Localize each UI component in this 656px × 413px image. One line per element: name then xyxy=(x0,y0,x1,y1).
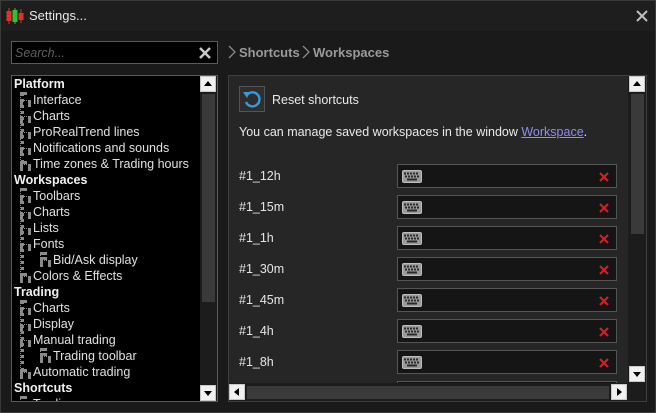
scroll-thumb[interactable] xyxy=(631,94,644,234)
tree-guide xyxy=(20,396,24,401)
tree-item[interactable]: Charts xyxy=(33,108,70,124)
tree-category[interactable]: Shortcuts xyxy=(14,380,72,396)
shortcut-label: #1_45m xyxy=(239,293,285,307)
scroll-down-button[interactable] xyxy=(200,385,216,401)
close-icon[interactable] xyxy=(634,8,650,24)
settings-window: Settings... Shortcuts Workspaces Platfor… xyxy=(0,0,656,413)
reset-shortcuts-button[interactable] xyxy=(239,86,265,112)
tree-item[interactable]: ProRealTrend lines xyxy=(33,124,140,140)
tree-item[interactable]: Charts xyxy=(33,204,70,220)
tree-item[interactable]: Display xyxy=(33,316,74,332)
keyboard-icon xyxy=(402,325,422,338)
window-title: Settings... xyxy=(29,8,87,23)
shortcut-key-field[interactable] xyxy=(397,350,617,374)
shortcuts-panel: Reset shortcuts You can manage saved wor… xyxy=(228,75,647,402)
tree-item[interactable]: Interface xyxy=(33,92,82,108)
tree-guide xyxy=(20,188,24,276)
tree-item[interactable]: Colors & Effects xyxy=(33,268,122,284)
workspace-info-text: You can manage saved workspaces in the w… xyxy=(239,125,588,139)
shortcut-label: #1_1h xyxy=(239,231,274,245)
tree-item[interactable]: Charts xyxy=(33,300,70,316)
workspace-link[interactable]: Workspace xyxy=(521,125,583,139)
shortcut-label: #1_12h xyxy=(239,169,281,183)
shortcut-label: #1_30m xyxy=(239,262,285,276)
scroll-up-button[interactable] xyxy=(200,76,216,92)
delete-icon[interactable] xyxy=(599,203,609,213)
scroll-down-button[interactable] xyxy=(629,366,645,382)
tree-guide xyxy=(20,300,24,372)
tree-connector xyxy=(40,356,51,360)
scroll-thumb[interactable] xyxy=(202,94,215,302)
shortcut-key-field[interactable] xyxy=(397,226,617,250)
keyboard-icon xyxy=(402,232,422,245)
tree-item[interactable]: Trading toolbar xyxy=(53,348,137,364)
tree-guide xyxy=(20,92,24,164)
candlestick-app-icon xyxy=(6,8,24,24)
shortcut-key-field[interactable] xyxy=(397,195,617,219)
breadcrumb-workspaces[interactable]: Workspaces xyxy=(313,45,389,60)
tree-item[interactable]: Manual trading xyxy=(33,332,116,348)
tree-list: Platform Interface Charts ProRealTrend line… xyxy=(12,76,200,401)
search-box xyxy=(11,41,218,64)
scroll-left-button[interactable] xyxy=(229,384,245,400)
shortcut-key-field[interactable] xyxy=(397,164,617,188)
breadcrumb-shortcuts[interactable]: Shortcuts xyxy=(239,45,300,60)
keyboard-icon xyxy=(402,356,422,369)
tree-item[interactable]: Lists xyxy=(33,220,59,236)
arrow-up-icon xyxy=(204,81,212,86)
arrow-left-icon xyxy=(234,388,239,396)
delete-icon[interactable] xyxy=(599,327,609,337)
delete-icon[interactable] xyxy=(599,234,609,244)
tree-category[interactable]: Platform xyxy=(14,76,65,92)
tree-item[interactable]: Trading xyxy=(33,396,75,401)
tree-connector xyxy=(20,276,31,280)
title-bar[interactable]: Settings... xyxy=(1,1,655,31)
tree-guide xyxy=(40,252,44,260)
arrow-down-icon xyxy=(204,391,212,396)
tree-item[interactable]: Bid/Ask display xyxy=(53,252,138,268)
shortcut-key-field[interactable] xyxy=(397,288,617,312)
tree-item[interactable]: Fonts xyxy=(33,236,64,252)
arrow-right-icon xyxy=(617,388,622,396)
scroll-up-button[interactable] xyxy=(629,76,645,92)
shortcut-key-field[interactable] xyxy=(397,319,617,343)
tree-guide xyxy=(40,348,44,356)
tree-connector xyxy=(40,260,51,264)
scroll-right-button[interactable] xyxy=(611,384,627,400)
shortcut-label: #1_4h xyxy=(239,324,274,338)
delete-icon[interactable] xyxy=(599,265,609,275)
arrow-down-icon xyxy=(633,372,641,377)
scroll-thumb[interactable] xyxy=(247,386,609,399)
delete-icon[interactable] xyxy=(599,358,609,368)
tree-scrollbar[interactable] xyxy=(200,76,217,401)
tree-connector xyxy=(20,372,31,376)
delete-icon[interactable] xyxy=(599,296,609,306)
delete-icon[interactable] xyxy=(599,172,609,182)
shortcut-label: #1_15m xyxy=(239,200,285,214)
keyboard-icon xyxy=(402,170,422,183)
keyboard-icon xyxy=(402,263,422,276)
tree-category[interactable]: Trading xyxy=(14,284,59,300)
tree-item[interactable]: Notifications and sounds xyxy=(33,140,169,156)
content-horizontal-scrollbar[interactable] xyxy=(229,383,646,401)
shortcut-key-field[interactable] xyxy=(397,257,617,281)
chevron-right-icon xyxy=(228,45,236,59)
tree-item[interactable]: Automatic trading xyxy=(33,364,130,380)
clear-search-icon[interactable] xyxy=(198,46,212,60)
content-vertical-scrollbar[interactable] xyxy=(628,76,646,383)
shortcut-label: #1_8h xyxy=(239,355,274,369)
arrow-up-icon xyxy=(633,81,641,86)
reset-shortcuts-label[interactable]: Reset shortcuts xyxy=(272,93,359,107)
tree-category[interactable]: Workspaces xyxy=(14,172,87,188)
settings-tree: Platform Interface Charts ProRealTrend line… xyxy=(11,75,218,402)
reset-icon xyxy=(243,91,261,108)
tree-item[interactable]: Toolbars xyxy=(33,188,80,204)
keyboard-icon xyxy=(402,294,422,307)
search-input[interactable] xyxy=(15,44,195,61)
keyboard-icon xyxy=(402,201,422,214)
chevron-right-icon xyxy=(302,45,310,59)
tree-item[interactable]: Time zones & Trading hours xyxy=(33,156,189,172)
tree-connector xyxy=(20,164,31,168)
